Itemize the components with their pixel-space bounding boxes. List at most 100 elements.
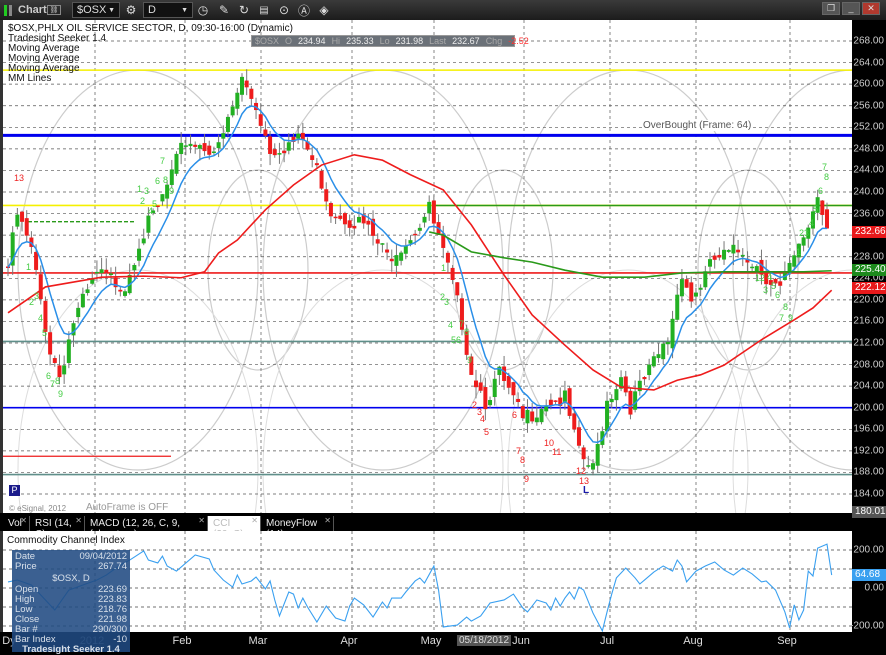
candle-down xyxy=(478,382,483,391)
seeker-count: 5 xyxy=(152,199,158,209)
price-tick-label: 204.00 xyxy=(853,380,884,392)
refresh-icon[interactable]: ↻ xyxy=(236,2,252,18)
close-icon[interactable]: ✕ xyxy=(75,516,82,525)
candle-down xyxy=(338,215,343,219)
seeker-count: 8 xyxy=(824,172,830,182)
seeker-count: 8 xyxy=(520,455,526,465)
symbol-select[interactable]: $OSX ▼ xyxy=(72,2,120,18)
low-marker: L xyxy=(583,485,590,496)
alert-icon[interactable]: Ⓐ xyxy=(296,2,312,18)
price-tick-label: 260.00 xyxy=(853,78,884,90)
candle-down xyxy=(347,220,352,228)
seeker-count: 9 xyxy=(467,355,473,365)
info-value: 267.74 xyxy=(97,561,127,572)
candle-up xyxy=(651,356,656,367)
clock-icon[interactable]: ◷ xyxy=(195,2,211,18)
cursor-date: 05/18/2012 xyxy=(456,635,512,646)
candle-up xyxy=(399,252,404,261)
candle-down xyxy=(684,279,689,288)
candle-up xyxy=(357,216,361,223)
candle-up xyxy=(417,227,422,231)
candle-up xyxy=(188,143,193,147)
seeker-count: 7 xyxy=(822,162,828,172)
candle-down xyxy=(825,209,829,229)
seeker-count: 7 xyxy=(160,156,166,166)
copyright: © eSignal, 2012 xyxy=(9,504,67,513)
candle-down xyxy=(389,258,394,262)
seeker-count: 5 xyxy=(484,427,490,437)
candle-up xyxy=(595,443,600,466)
candle-up xyxy=(80,293,85,308)
price-chart[interactable]: $OSX,PHLX OIL SERVICE SECTOR, D, 09:30-1… xyxy=(0,20,852,513)
candle-down xyxy=(324,189,329,202)
mm-ellipse xyxy=(262,269,504,513)
minimize-button[interactable]: _ xyxy=(842,2,860,15)
close-icon[interactable]: ✕ xyxy=(198,516,205,525)
eraser-icon[interactable]: ◈ xyxy=(316,2,332,18)
candle-up xyxy=(137,248,142,261)
candle-down xyxy=(516,398,521,403)
tab-moneyflow[interactable]: MoneyFlow (14)✕ xyxy=(261,516,334,540)
candle-up xyxy=(665,341,670,345)
tab-macd[interactable]: MACD (12, 26, C, 9, false, true)✕ xyxy=(85,516,208,540)
info-footer: Tradesight Seeker 1.4 xyxy=(22,644,120,655)
chart-logo-icon xyxy=(4,2,12,18)
settings-icon[interactable]: ⚙ xyxy=(123,2,139,18)
candle-up xyxy=(754,266,759,272)
seeker-count: 3 xyxy=(34,291,40,301)
low-label: Lo xyxy=(379,36,390,46)
candle-up xyxy=(240,76,244,95)
candle-down xyxy=(628,390,633,415)
price-tick-label: 188.00 xyxy=(853,466,884,478)
info-label: Price xyxy=(15,561,37,572)
candle-down xyxy=(712,255,717,260)
candle-down xyxy=(24,218,29,236)
template-icon[interactable]: ▤ xyxy=(256,2,272,18)
price-tick-label: 216.00 xyxy=(853,315,884,327)
candle-up xyxy=(586,465,591,467)
seeker-count: 9 xyxy=(788,313,794,323)
close-icon[interactable]: ✕ xyxy=(251,516,258,525)
price-tick-label: 200.00 xyxy=(853,402,884,414)
seeker-count: 3 xyxy=(444,297,450,307)
tab-rsi[interactable]: RSI (14, C)✕ xyxy=(30,516,85,540)
tab-cci[interactable]: CCI (20, C)✕ xyxy=(208,516,261,540)
price-tick-label: 248.00 xyxy=(853,143,884,155)
candle-down xyxy=(38,274,43,300)
close-icon[interactable]: ✕ xyxy=(324,516,331,525)
candle-up xyxy=(609,398,614,403)
price-tag: 225.40 xyxy=(852,264,886,276)
quote-symbol: $OSX xyxy=(255,36,280,46)
seeker-count: 9 xyxy=(169,186,175,196)
seeker-count: 7 xyxy=(779,313,785,323)
candle-up xyxy=(488,400,493,406)
link-icon[interactable]: ⛓ xyxy=(47,5,61,15)
candle-down xyxy=(576,427,581,446)
candle-up xyxy=(123,291,127,296)
candle-down xyxy=(548,399,553,406)
tab-vol[interactable]: Vol ✕ xyxy=(3,516,30,531)
interval-select[interactable]: D ▼ xyxy=(143,2,193,18)
price-tick-label: 196.00 xyxy=(853,423,884,435)
open-label: O xyxy=(285,36,293,46)
candle-up xyxy=(169,169,174,185)
candle-down xyxy=(483,387,488,410)
price-axis[interactable]: 268.00 264.00 260.00 256.00 252.00 248.00 244.… xyxy=(850,20,886,632)
candle-up xyxy=(183,145,188,147)
symbol-value: $OSX xyxy=(77,4,107,16)
seeker-count: 6 xyxy=(512,410,518,420)
candle-up xyxy=(703,271,708,288)
restore-button[interactable]: ❐ xyxy=(822,2,840,15)
p-marker[interactable]: P xyxy=(9,485,20,496)
autoframe-status: AutoFrame is OFF xyxy=(86,502,169,513)
candle-down xyxy=(506,376,511,388)
close-button[interactable]: ✕ xyxy=(862,2,880,15)
seeker-count: 8 xyxy=(783,302,789,312)
last-label: Last xyxy=(429,36,447,46)
candle-down xyxy=(34,251,39,270)
pencil-icon[interactable]: ✎ xyxy=(216,2,232,18)
candle-down xyxy=(413,233,418,236)
close-icon[interactable]: ✕ xyxy=(20,516,27,525)
candle-up xyxy=(492,378,497,398)
play-icon[interactable]: ⊙ xyxy=(276,2,292,18)
